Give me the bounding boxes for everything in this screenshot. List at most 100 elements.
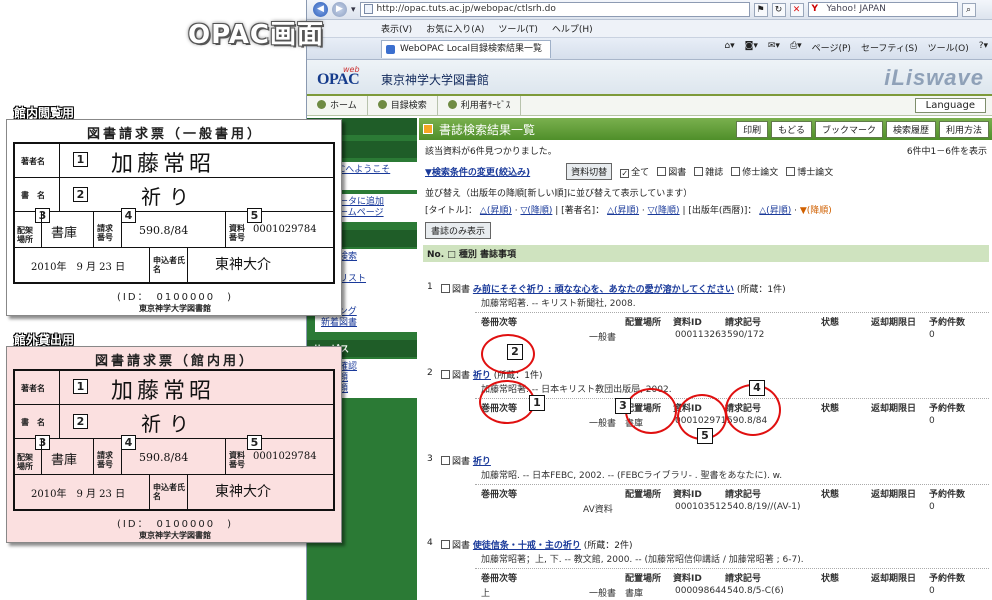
page-icon xyxy=(363,4,373,14)
slip-title-value: 祈り xyxy=(141,185,197,209)
record-checkbox[interactable] xyxy=(441,540,450,549)
checkbox-icon xyxy=(657,167,667,176)
sort-title-desc[interactable]: ▽(降順) xyxy=(520,206,552,216)
nav-home[interactable]: ホーム xyxy=(307,95,368,116)
cmd-safety[interactable]: セーフティ(S) xyxy=(861,41,918,54)
checkbox-icon xyxy=(786,167,796,176)
howto-button[interactable]: 利用方法 xyxy=(938,120,989,138)
language-button[interactable]: Language xyxy=(914,98,986,113)
slip-title-value: 祈り xyxy=(141,412,197,436)
slip-org: 東京神学大学図書館 xyxy=(139,531,211,540)
holding-header: 巻冊次等 配置場所 資料ID 請求記号 状態 返却期限日 予約件数 xyxy=(475,568,989,584)
sort-year-desc[interactable]: ▼(降順) xyxy=(800,206,832,216)
help-icon[interactable]: ?▾ xyxy=(979,41,988,54)
holding-row: 一般書 000113263 590/172 0 xyxy=(589,330,935,343)
record-title-link[interactable]: 祈り xyxy=(473,371,491,381)
title-only-button[interactable]: 書誌のみ表示 xyxy=(425,222,492,239)
stop-icon[interactable]: ✕ xyxy=(789,2,804,17)
filter-all[interactable]: 全て xyxy=(620,165,649,178)
mail-icon[interactable]: ✉▾ xyxy=(768,41,780,54)
compat-icon[interactable]: ⚑ xyxy=(753,2,768,17)
highlight-circle-3 xyxy=(625,388,677,434)
result-count: 該当資料が6件見つかりました。 xyxy=(425,147,557,157)
bookmark-button[interactable]: ブックマーク xyxy=(814,120,883,138)
record-checkbox[interactable] xyxy=(441,456,450,465)
change-condition-link[interactable]: ▼検索条件の変更(絞込み) xyxy=(425,165,530,178)
marker-5: 5 xyxy=(247,435,262,450)
results-title: 書誌検索結果一覧 xyxy=(439,122,536,137)
record-checkbox[interactable] xyxy=(441,284,450,293)
condition-row: ▼検索条件の変更(絞込み) 資料切替 全て 図書 雑誌 修士論文 博士論文 xyxy=(419,161,992,182)
holding-header: 巻冊次等 配置場所 資料ID 請求記号 状態 返却期限日 予約件数 xyxy=(475,484,989,500)
request-slip-library: 図書請求票（館内用） 著者名 1 加藤常昭 書 名 2 祈り 3 配架場所 書庫… xyxy=(6,346,342,543)
checkbox-icon xyxy=(620,169,630,178)
back-button[interactable]: もどる xyxy=(771,120,812,138)
filter-book[interactable]: 図書 xyxy=(657,165,686,178)
filter-doctor[interactable]: 博士論文 xyxy=(786,165,833,178)
slip-row-date: 2010年 9 月 23 日 申込者氏名 東神大介 xyxy=(15,475,333,509)
holding-header: 巻冊次等 配置場所 資料ID 請求記号 状態 返却期限日 予約件数 xyxy=(475,312,989,328)
search-icon[interactable]: ⌕ xyxy=(961,2,976,17)
marker-1: 1 xyxy=(73,152,88,167)
slip-row-author: 著者名 1 加藤常昭 xyxy=(15,371,333,405)
marker-2: 2 xyxy=(507,344,523,360)
menu-help[interactable]: ヘルプ(H) xyxy=(552,22,593,35)
marker-3: 3 xyxy=(35,435,50,450)
history-dropdown-icon[interactable]: ▾ xyxy=(351,5,356,15)
results-title-bar: 書誌検索結果一覧 印刷 もどる ブックマーク 検索履歴 利用方法 xyxy=(419,118,992,140)
slip-material-id: 0001029784 xyxy=(253,224,317,235)
menu-tools[interactable]: ツール(T) xyxy=(498,22,538,35)
checkbox-icon xyxy=(731,167,741,176)
marker-4: 4 xyxy=(749,380,765,396)
slip-grid: 著者名 1 加藤常昭 書 名 2 祈り 3 配架場所 書庫 4 請求番号 590… xyxy=(13,369,335,511)
slip-material-id: 0001029784 xyxy=(253,451,317,462)
history-button[interactable]: 検索履歴 xyxy=(885,120,936,138)
menu-view[interactable]: 表示(V) xyxy=(381,22,412,35)
print-button[interactable]: 印刷 xyxy=(736,120,769,138)
menu-favorites[interactable]: お気に入り(A) xyxy=(426,22,484,35)
filter-master[interactable]: 修士論文 xyxy=(731,165,778,178)
result-range: 6件中1－6件を表示 xyxy=(906,147,987,157)
browser-search-input[interactable]: Y Yahoo! JAPAN xyxy=(807,2,958,17)
sort-description: 並び替え（出版年の降順[新しい順]に並び替えて表示しています） xyxy=(425,189,693,199)
nav-user-service[interactable]: 利用者ｻｰﾋﾞｽ xyxy=(438,95,522,116)
slip-org: 東京神学大学図書館 xyxy=(139,304,211,313)
home-nav-icon xyxy=(317,99,326,109)
sort-title-asc[interactable]: △(昇順) xyxy=(480,206,512,216)
library-name: 東京神学大学図書館 xyxy=(381,73,490,87)
opac-header: web OPAC 東京神学大学図書館 iLiswave xyxy=(307,60,992,96)
feed-icon[interactable]: ◙▾ xyxy=(745,41,758,54)
forward-icon[interactable]: ▶ xyxy=(332,2,347,17)
title-square-icon xyxy=(423,124,433,134)
left-search-item[interactable]: 新着図書 xyxy=(321,318,411,329)
filter-journal[interactable]: 雑誌 xyxy=(694,165,723,178)
marker-3: 3 xyxy=(35,208,50,223)
slip-row-title: 書 名 2 祈り xyxy=(15,178,333,212)
print-icon[interactable]: ⎙▾ xyxy=(790,41,802,54)
refresh-icon[interactable]: ↻ xyxy=(771,2,786,17)
opac-logo: web OPAC xyxy=(317,65,360,88)
highlight-circle-1 xyxy=(479,380,535,424)
nav-catalog-search[interactable]: 目録検索 xyxy=(368,95,438,116)
home-icon[interactable]: ⌂▾ xyxy=(724,41,734,54)
record-title-link[interactable]: 祈り xyxy=(473,457,491,467)
browser-window: ◀ ▶ ▾ http://opac.tuts.ac.jp/webopac/ctl… xyxy=(306,0,992,600)
cmd-page[interactable]: ページ(P) xyxy=(812,41,851,54)
sort-year-asc[interactable]: △(昇順) xyxy=(759,206,791,216)
record-checkbox[interactable] xyxy=(441,370,450,379)
url-field[interactable]: http://opac.tuts.ac.jp/webopac/ctlsrh.do xyxy=(359,2,750,17)
slip-id: (ID： 0100000 ) xyxy=(117,519,233,530)
slip-row-title: 書 名 2 祈り xyxy=(15,405,333,439)
marker-4: 4 xyxy=(121,435,136,450)
material-switch-button[interactable]: 資料切替 xyxy=(566,163,613,180)
slip-title: 図書請求票（館内用） xyxy=(94,354,255,369)
marker-5: 5 xyxy=(247,208,262,223)
sort-author-asc[interactable]: △(昇順) xyxy=(607,206,639,216)
slip-location: 書庫 xyxy=(51,226,78,241)
slip-author: 加藤常昭 xyxy=(111,152,216,177)
record-title-link[interactable]: 使徒信条・十戒・主の祈り xyxy=(473,541,581,551)
tab-webopac[interactable]: WebOPAC Local目録検索結果一覧 xyxy=(381,39,552,58)
record-title-link[interactable]: み前にそそぐ祈り : 頑なな心を、あなたの愛が溶かしてください xyxy=(473,285,734,295)
sort-author-desc[interactable]: ▽(降順) xyxy=(648,206,680,216)
cmd-tools[interactable]: ツール(O) xyxy=(928,41,969,54)
